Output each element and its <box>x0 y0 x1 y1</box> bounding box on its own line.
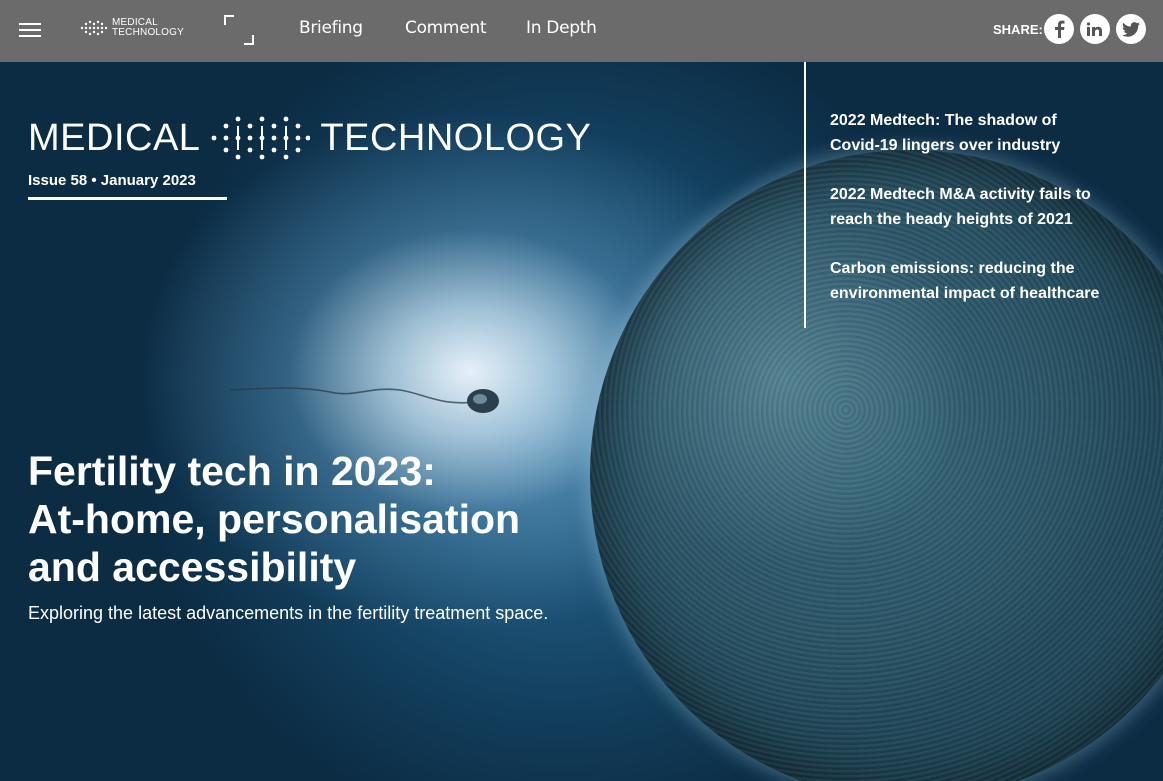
article-link-3-line-1: Carbon emissions: reducing the <box>830 260 1075 277</box>
article-link-2-line-1: 2022 Medtech M&A activity fails to <box>830 186 1091 203</box>
headline-line-2: At-home, personalisation <box>28 496 521 542</box>
headline-line-1: Fertility tech in 2023: <box>28 448 436 494</box>
hero-cover: MEDICAL TECHNOLOGY Issue 58 • January 20… <box>0 62 1163 781</box>
fullscreen-expand-icon[interactable] <box>224 15 254 45</box>
facebook-icon[interactable] <box>1044 14 1074 44</box>
issue-label[interactable]: Issue 58 • January 2023 <box>28 172 227 200</box>
sidebar-divider <box>804 62 806 328</box>
nav-briefing[interactable]: Briefing <box>299 18 363 38</box>
article-link-1-line-1: 2022 Medtech: The shadow of <box>830 112 1057 129</box>
nav-in-depth[interactable]: In Depth <box>526 18 597 38</box>
logo-text: MEDICAL TECHNOLOGY <box>112 18 184 38</box>
masthead-logo: MEDICAL TECHNOLOGY <box>28 114 591 162</box>
masthead-right: TECHNOLOGY <box>320 116 592 159</box>
article-link-2-line-2: reach the heady heights of 2021 <box>830 211 1073 228</box>
linkedin-icon[interactable] <box>1080 14 1110 44</box>
top-navigation-bar: MEDICAL TECHNOLOGY Briefing Comment In D… <box>0 0 1163 62</box>
logo-line-2: TECHNOLOGY <box>112 27 185 38</box>
article-link-1-line-2: Covid-19 lingers over industry <box>830 137 1061 154</box>
cover-subheadline: Exploring the latest advancements in the… <box>28 603 549 623</box>
sperm-cell-image <box>230 387 499 413</box>
twitter-icon[interactable] <box>1116 14 1146 44</box>
masthead-left: MEDICAL <box>28 116 201 159</box>
article-link-3-line-2: environmental impact of healthcare <box>830 285 1100 302</box>
site-logo[interactable]: MEDICAL TECHNOLOGY <box>80 18 184 38</box>
egg-cell-image <box>590 150 1163 781</box>
cover-headline[interactable]: Fertility tech in 2023: At-home, persona… <box>28 447 588 591</box>
masthead-dots-icon <box>212 116 311 160</box>
article-link-3[interactable]: Carbon emissions: reducing the environme… <box>830 256 1130 306</box>
nav-comment[interactable]: Comment <box>405 18 487 38</box>
headline-line-3: and accessibility <box>28 544 357 590</box>
article-link-2[interactable]: 2022 Medtech M&A activity fails to reach… <box>830 182 1130 232</box>
hamburger-menu-icon[interactable] <box>19 23 41 37</box>
share-label: SHARE: <box>993 22 1043 37</box>
article-link-1[interactable]: 2022 Medtech: The shadow of Covid-19 lin… <box>830 108 1130 158</box>
logo-dots-icon <box>80 20 108 36</box>
